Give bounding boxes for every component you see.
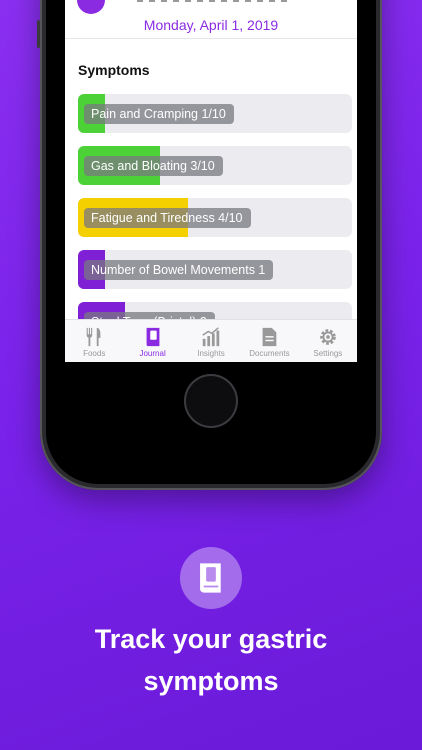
symptom-label: Number of Bowel Movements 1 bbox=[84, 260, 274, 280]
book-icon bbox=[146, 327, 160, 347]
symptom-pain-cramping[interactable]: Pain and Cramping 1/10 bbox=[78, 94, 352, 133]
symptom-label: Gas and Bloating 3/10 bbox=[84, 156, 223, 176]
promo-headline: Track your gastric symptoms bbox=[0, 618, 422, 702]
journal-date[interactable]: Monday, April 1, 2019 bbox=[65, 17, 357, 33]
volume-button bbox=[37, 20, 40, 48]
tab-insights[interactable]: Insights bbox=[182, 320, 240, 362]
fork-knife-icon bbox=[86, 327, 101, 347]
tab-foods[interactable]: Foods bbox=[65, 320, 123, 362]
phone-bezel: Monday, April 1, 2019 Symptoms Pain and … bbox=[46, 0, 376, 484]
feature-badge bbox=[180, 547, 242, 609]
status-indicator bbox=[137, 0, 287, 2]
symptom-fatigue[interactable]: Fatigue and Tiredness 4/10 bbox=[78, 198, 352, 237]
journal-header: Monday, April 1, 2019 bbox=[65, 0, 357, 39]
tab-label: Foods bbox=[83, 349, 106, 358]
tab-label: Journal bbox=[139, 349, 166, 358]
headline-line: symptoms bbox=[143, 666, 279, 696]
tab-label: Documents bbox=[249, 349, 290, 358]
tab-bar: Foods Journal Insights Documents Setting… bbox=[65, 319, 357, 362]
tab-documents[interactable]: Documents bbox=[240, 320, 298, 362]
tab-label: Settings bbox=[313, 349, 343, 358]
symptom-gas-bloating[interactable]: Gas and Bloating 3/10 bbox=[78, 146, 352, 185]
section-title: Symptoms bbox=[78, 62, 150, 78]
tab-settings[interactable]: Settings bbox=[299, 320, 357, 362]
tab-journal[interactable]: Journal bbox=[123, 320, 181, 362]
app-screen: Monday, April 1, 2019 Symptoms Pain and … bbox=[65, 0, 357, 362]
symptom-label: Fatigue and Tiredness 4/10 bbox=[84, 208, 251, 228]
symptom-label: Pain and Cramping 1/10 bbox=[84, 104, 234, 124]
chart-icon bbox=[202, 327, 220, 347]
gear-icon bbox=[320, 329, 336, 345]
phone-frame: Monday, April 1, 2019 Symptoms Pain and … bbox=[37, 0, 382, 490]
headline-line: Track your gastric bbox=[94, 624, 328, 654]
avatar[interactable] bbox=[77, 0, 105, 14]
book-icon bbox=[200, 563, 221, 593]
document-icon bbox=[263, 327, 277, 347]
home-button[interactable] bbox=[184, 374, 238, 428]
tab-label: Insights bbox=[197, 349, 225, 358]
symptom-bowel-movements[interactable]: Number of Bowel Movements 1 bbox=[78, 250, 352, 289]
